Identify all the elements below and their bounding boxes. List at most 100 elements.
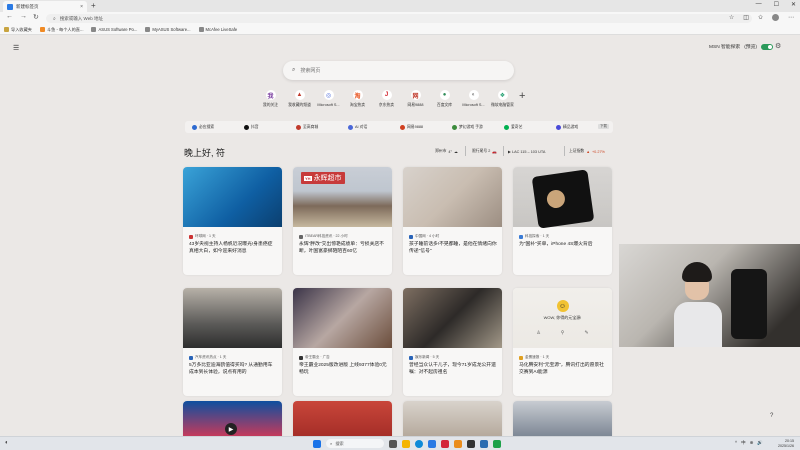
bookmark-import[interactable]: 导入收藏夹 <box>4 27 32 33</box>
play-icon[interactable]: ▶ <box>225 423 237 435</box>
quick-link[interactable]: 网易9888 <box>400 124 452 130</box>
hamburger-menu-icon[interactable]: ☰ <box>13 44 19 52</box>
widgets-icon[interactable]: ◐ <box>5 440 9 446</box>
news-card[interactable]: YH 永辉超市 ITBEAR科技资讯 · 22 小时 永辉"胖改"交出惊艳成绩单：… <box>293 167 392 275</box>
add-shortcut-button[interactable]: + <box>519 90 525 102</box>
news-card[interactable]: 娱乐新闻 · 5 天 曾经当众认干儿子，现今71岁成龙公开遗嘱：对不起房祖名 <box>403 288 502 396</box>
news-card[interactable]: 汽车资讯热点 · 1 天 5万多比亚迪海鸥值得买吗? 从通勤用车成本到长体验，说… <box>183 288 282 396</box>
source-icon <box>299 355 303 360</box>
quick-link-label: AI 对话 <box>355 124 368 129</box>
back-icon[interactable]: ← <box>6 13 13 20</box>
card-headline[interactable]: 5万多比亚迪海鸥值得买吗? 从通勤用车成本到长体验，说点有用的 <box>189 362 277 376</box>
shortcut-label: 我的关注 <box>262 103 279 107</box>
phone-shape <box>531 169 595 229</box>
wps-icon[interactable] <box>441 439 449 448</box>
quick-link[interactable]: 至高商城 <box>296 124 348 130</box>
quick-link[interactable]: 爱奇艺 <box>504 124 556 130</box>
card-headline[interactable]: 帝王霸业2025版改进版 上线9377体验0元畅玩 <box>299 362 387 376</box>
shortcut[interactable]: ◐ Microsoft S... <box>461 90 486 108</box>
volume-icon[interactable]: 🔊 <box>757 440 763 446</box>
news-card[interactable] <box>293 401 392 441</box>
bookmark-douyu[interactable]: 斗鱼 - 每个人的直... <box>39 27 83 33</box>
weather-widget[interactable]: 郑州市 4° ☁ <box>435 149 458 154</box>
news-card[interactable] <box>513 401 612 441</box>
profile-avatar[interactable] <box>772 14 779 21</box>
clock[interactable]: 20:15 2025/1/26 <box>778 439 794 448</box>
card-headline[interactable]: 为"国补"买单，iPhone 4S爆火背后 <box>519 241 607 248</box>
card-headline[interactable]: 43岁央视主持人杨帆近况曝光!身患癌症真相大白，如今迎来好消息 <box>189 241 277 255</box>
quick-link[interactable]: AI 对话 <box>348 124 400 130</box>
taskbar-search[interactable]: ⌕ 搜索 <box>326 439 384 448</box>
task-view-icon[interactable] <box>389 439 397 448</box>
sports-widget[interactable]: ▶ LAC 115 – 103 UTA <box>508 149 545 154</box>
close-window-button[interactable]: ✕ <box>791 1 796 8</box>
shortcut[interactable]: 网网易9888 <box>403 90 428 108</box>
link-icon[interactable]: ⚲ <box>561 330 565 336</box>
quick-link[interactable]: 抖音 <box>244 124 296 130</box>
app-icon[interactable] <box>480 439 488 448</box>
bookmark-asus-2[interactable]: MyASUS Software... <box>145 27 191 32</box>
ime-icon[interactable]: 中 <box>741 440 746 446</box>
address-bar[interactable]: ⌕ 搜索或输入 Web 地址 <box>46 14 752 23</box>
wechat-icon[interactable] <box>493 439 501 448</box>
split-screen-icon[interactable]: ◫ <box>743 14 749 21</box>
help-icon[interactable]: ? <box>770 413 773 419</box>
news-card[interactable] <box>403 401 502 441</box>
new-tab-button[interactable]: + <box>91 2 96 10</box>
game-ad-photo <box>293 288 392 348</box>
user-icon[interactable]: ♙ <box>536 330 540 336</box>
card-headline[interactable]: 曾经当众认干儿子，现今71岁成龙公开遗嘱：对不起房祖名 <box>409 362 497 376</box>
news-card[interactable]: 中国网 · 4 小时 孩子睡前话多!不晃都睡，是他在情绪向你传递"信号" <box>403 167 502 275</box>
shortcut[interactable]: ◎ Microsoft S... <box>316 90 341 108</box>
source-text: 金蛋速报 · 1 天 <box>525 355 550 359</box>
edge-icon[interactable] <box>415 439 423 448</box>
wow-prompt: ☺ WOW, 你得的元宝源! ♙ ⚲ ✎ <box>513 288 612 348</box>
file-explorer-icon[interactable] <box>402 439 410 448</box>
card-headline[interactable]: 马化腾安利"元宝源"，腾讯打出的愿景社交赛到AI能源 <box>519 362 607 376</box>
favorite-star-icon[interactable]: ☆ <box>729 14 734 21</box>
ad-card[interactable]: 帝王霸业 · 广告 帝王霸业2025版改进版 上线9377体验0元畅玩 <box>293 288 392 396</box>
favorites-icon[interactable]: ✩ <box>758 14 763 21</box>
close-tab-icon[interactable]: × <box>80 4 83 10</box>
edit-icon[interactable]: ✎ <box>584 330 588 336</box>
windows-start-icon[interactable] <box>313 439 321 448</box>
more-menu-icon[interactable]: ⋯ <box>788 14 794 21</box>
bookmark-mcafee[interactable]: McAfee LiveSafe <box>198 27 237 32</box>
quick-link[interactable]: 梦幻游戏 手游 <box>452 124 504 130</box>
refresh-icon[interactable]: ↻ <box>33 13 39 21</box>
shortcut[interactable]: J 京东热卖 <box>374 90 399 108</box>
news-card[interactable]: ☺ WOW, 你得的元宝源! ♙ ⚲ ✎ 金蛋速报 · 1 天 马化腾安利"元宝… <box>513 288 612 396</box>
store-icon[interactable] <box>428 439 436 448</box>
forward-icon[interactable]: → <box>20 13 27 20</box>
shortcut[interactable]: ▲ 我收藏的频道 <box>287 90 312 108</box>
news-card[interactable]: 科技探索 · 1 天 为"国补"买单，iPhone 4S爆火背后 <box>513 167 612 275</box>
bookmark-asus-1[interactable]: ASUS Software Po... <box>91 27 137 32</box>
tab-new-tab[interactable]: 新建标签页 × <box>3 1 87 12</box>
search-box[interactable]: ⌕ 搜索网页 <box>283 61 514 80</box>
card-headline[interactable]: 孩子睡前话多!不晃都睡，是他在情绪向你传递"信号" <box>409 241 497 255</box>
source-text: 科技探索 · 1 天 <box>525 234 550 238</box>
traffic-widget[interactable]: 限行尾号 2 🚗 <box>472 149 497 154</box>
quick-more-button[interactable]: 下载 <box>598 124 609 129</box>
maximize-button[interactable]: ☐ <box>774 1 779 8</box>
card-headline[interactable]: 永辉"胖改"交出惊艳成绩单：亏损关店不断，叶国富豪掷陌陌百60亿 <box>299 241 387 255</box>
douyu-icon[interactable] <box>454 439 462 448</box>
network-icon[interactable]: ⊕ <box>750 440 754 446</box>
msn-toggle[interactable] <box>760 43 773 50</box>
taskbar: ◐ ⌕ 搜索 ^ 中 ⊕ 🔊 20:15 2025/1/26 <box>0 436 800 450</box>
quick-link[interactable]: 必应搜索 <box>192 124 244 130</box>
shortcut[interactable]: 淘淘宝热卖 <box>345 90 370 108</box>
sports-score: ▶ LAC 115 – 103 UTA <box>508 150 546 154</box>
news-card[interactable]: ▶ <box>183 401 282 441</box>
news-card[interactable]: 环球网 · 1 天 43岁央视主持人杨帆近况曝光!身患癌症真相大白，如今迎来好消… <box>183 167 282 275</box>
quick-link-label: 至高商城 <box>303 124 319 129</box>
shortcut[interactable]: ❖ 微软电脑管家 <box>490 90 515 108</box>
gear-icon[interactable]: ⚙ <box>775 42 781 50</box>
shortcut[interactable]: 我我的关注 <box>258 90 283 108</box>
minimize-button[interactable]: — <box>756 1 762 8</box>
obs-icon[interactable] <box>467 439 475 448</box>
tray-expand-icon[interactable]: ^ <box>735 440 737 446</box>
shortcut-icon: ◐ <box>468 90 479 100</box>
shortcut[interactable]: ● 百度文库 <box>432 90 457 108</box>
stock-widget[interactable]: 上证指数 ▲ +0.27% <box>569 149 605 154</box>
